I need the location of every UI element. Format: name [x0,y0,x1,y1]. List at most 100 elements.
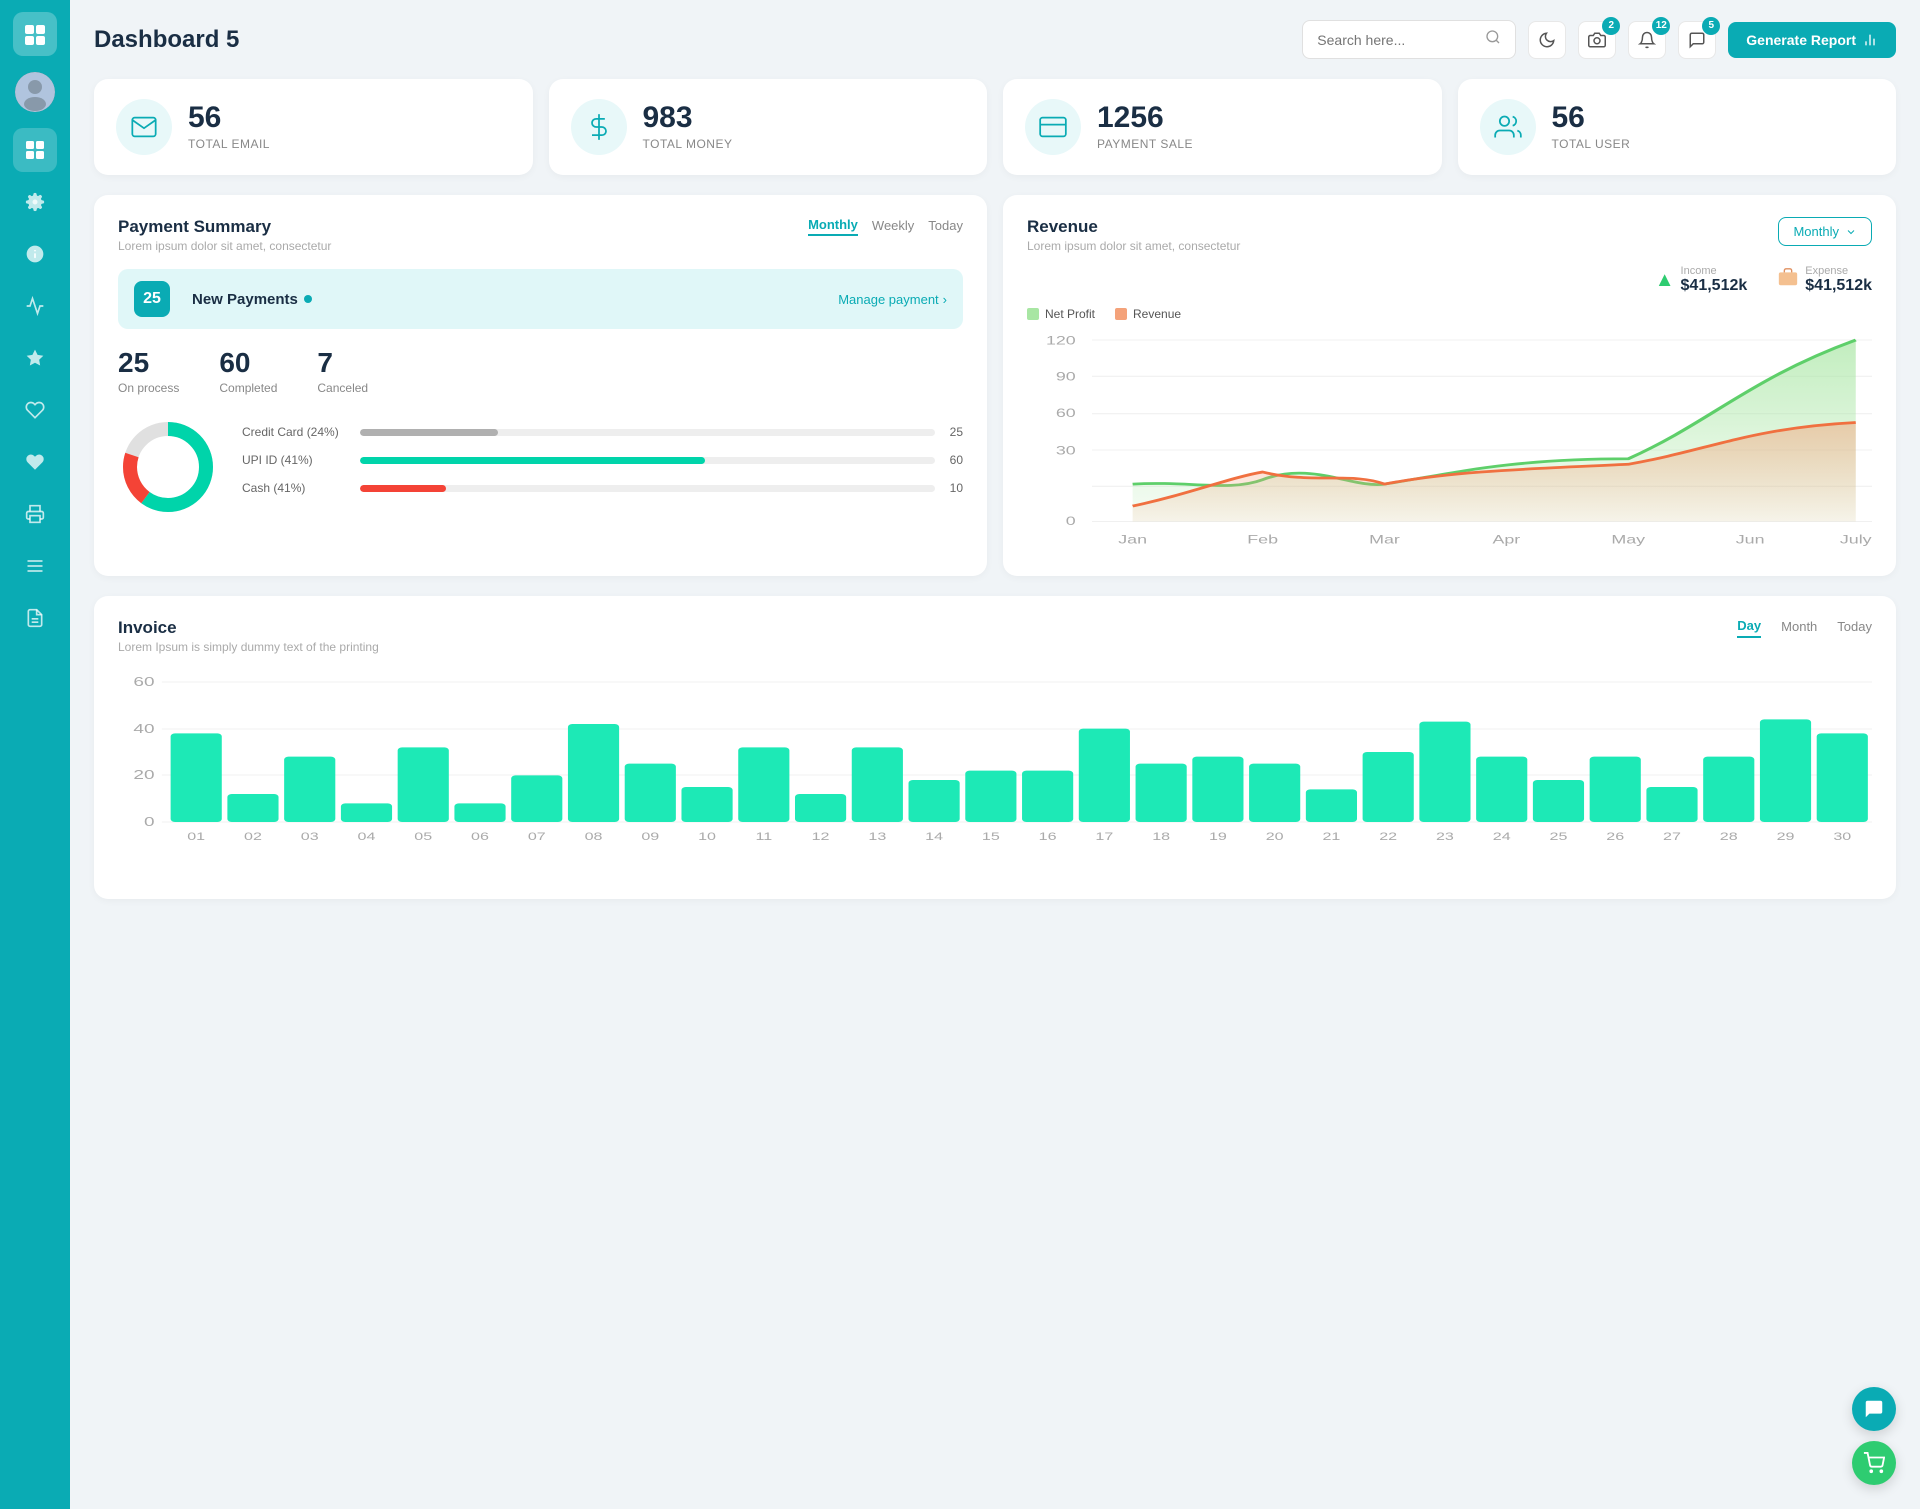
stat-value-money: 983 [643,103,733,133]
svg-text:May: May [1611,533,1645,546]
sidebar-item-heart-outline[interactable] [13,388,57,432]
search-box [1302,20,1516,59]
x-label: 26 [1606,830,1624,842]
x-label: 06 [471,830,489,842]
svg-text:Feb: Feb [1247,533,1278,546]
bar-item[interactable] [1136,764,1187,822]
tab-monthly[interactable]: Monthly [808,217,858,236]
middle-section: Payment Summary Lorem ipsum dolor sit am… [94,195,1896,576]
bar-item[interactable] [1363,752,1414,822]
stat-label-payment: PAYMENT SALE [1097,137,1193,151]
bar-item[interactable] [852,747,903,822]
revenue-filter-button[interactable]: Monthly [1778,217,1872,246]
svg-text:40: 40 [133,722,154,736]
sidebar [0,0,70,1509]
stat-value-user: 56 [1552,103,1631,133]
bar-item[interactable] [1249,764,1300,822]
avatar[interactable] [15,72,55,112]
progress-cash: Cash (41%) 10 [242,481,963,495]
progress-list: Credit Card (24%) 25 UPI ID (41%) 60 [242,425,963,509]
x-label: 11 [755,830,772,842]
bar-item[interactable] [1192,757,1243,822]
invoice-header: Invoice Lorem Ipsum is simply dummy text… [118,618,1872,654]
header-actions: 2 12 5 Generate Report [1302,20,1896,59]
money-icon [571,99,627,155]
invoice-tab-today[interactable]: Today [1837,619,1872,637]
bar-item[interactable] [1476,757,1527,822]
bar-item[interactable] [341,803,392,822]
bar-item[interactable] [625,764,676,822]
x-label: 28 [1720,830,1738,842]
bar-item[interactable] [398,747,449,822]
income-item: ▲ Income $41,512k [1655,265,1748,295]
bar-item[interactable] [1079,729,1130,822]
bar-item[interactable] [681,787,732,822]
expense-icon [1777,266,1799,294]
bar-item[interactable] [1703,757,1754,822]
bar-item[interactable] [795,794,846,822]
camera-button[interactable]: 2 [1578,21,1616,59]
bar-item[interactable] [227,794,278,822]
bar-item[interactable] [171,733,222,822]
svg-text:Jun: Jun [1736,533,1765,546]
x-label: 25 [1550,830,1568,842]
stat-card-email: 56 TOTAL EMAIL [94,79,533,175]
svg-text:Apr: Apr [1492,533,1520,546]
bar-item[interactable] [1646,787,1697,822]
tab-today[interactable]: Today [928,218,963,235]
cart-float-button[interactable] [1852,1441,1896,1485]
sidebar-item-print[interactable] [13,492,57,536]
sidebar-item-favorites[interactable] [13,336,57,380]
page-title: Dashboard 5 [94,26,239,54]
sidebar-item-list[interactable] [13,544,57,588]
tab-weekly[interactable]: Weekly [872,218,914,235]
sidebar-item-dashboard[interactable] [13,128,57,172]
sidebar-logo[interactable] [13,12,57,56]
sidebar-item-analytics[interactable] [13,284,57,328]
chat-badge: 5 [1702,17,1720,35]
bar-item[interactable] [1419,722,1470,822]
bar-item[interactable] [1306,789,1357,822]
theme-toggle-button[interactable] [1528,21,1566,59]
x-label: 19 [1209,830,1227,842]
bar-item[interactable] [738,747,789,822]
sidebar-item-info[interactable] [13,232,57,276]
stat-card-user: 56 TOTAL USER [1458,79,1897,175]
invoice-title: Invoice [118,618,379,638]
chat-float-button[interactable] [1852,1387,1896,1431]
bar-item[interactable] [1590,757,1641,822]
bar-item[interactable] [1817,733,1868,822]
search-input[interactable] [1317,32,1477,48]
new-payments-label: New Payments [192,291,312,308]
revenue-legend: Net Profit Revenue [1027,307,1872,321]
payment-summary-subtitle: Lorem ipsum dolor sit amet, consectetur [118,239,331,253]
expense-value: $41,512k [1805,277,1872,295]
manage-payment-link[interactable]: Manage payment › [838,292,947,307]
generate-report-button[interactable]: Generate Report [1728,22,1896,58]
stat-label-money: TOTAL MONEY [643,137,733,151]
floating-buttons [1852,1387,1896,1485]
invoice-tab-month[interactable]: Month [1781,619,1817,637]
metric-completed: 60 Completed [219,347,277,395]
bar-item[interactable] [1533,780,1584,822]
bar-item[interactable] [284,757,335,822]
x-label: 29 [1777,830,1795,842]
sidebar-item-heart-filled[interactable] [13,440,57,484]
bar-item[interactable] [568,724,619,822]
chat-button[interactable]: 5 [1678,21,1716,59]
sidebar-item-settings[interactable] [13,180,57,224]
bar-item[interactable] [454,803,505,822]
bell-badge: 12 [1652,17,1670,35]
x-label: 10 [698,830,716,842]
bar-item[interactable] [965,771,1016,822]
bar-item[interactable] [1760,719,1811,822]
bar-item[interactable] [909,780,960,822]
bell-button[interactable]: 12 [1628,21,1666,59]
main-content: Dashboard 5 2 [70,0,1920,1509]
bar-item[interactable] [511,775,562,822]
legend-net-profit: Net Profit [1027,307,1095,321]
invoice-tab-day[interactable]: Day [1737,618,1761,638]
sidebar-item-doc[interactable] [13,596,57,640]
bar-item[interactable] [1022,771,1073,822]
x-label: 04 [358,830,376,842]
